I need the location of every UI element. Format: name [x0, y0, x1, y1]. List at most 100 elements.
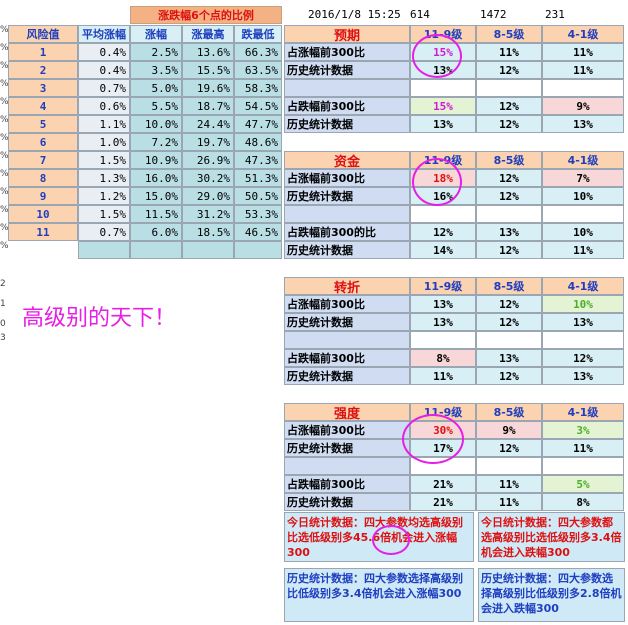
table-cell: 19.6% [182, 79, 234, 97]
row-label: 占涨幅前300比 [284, 295, 410, 313]
table-cell: 15.5% [182, 61, 234, 79]
section-title: 转折 [284, 277, 410, 295]
table-cell: 0.4% [78, 43, 130, 61]
top-value-2: 1472 [480, 8, 507, 21]
table-cell: 0.7% [78, 223, 130, 241]
table-cell-empty [78, 241, 130, 259]
level-value-cell: 14% [410, 241, 476, 259]
table-cell: 10.9% [130, 151, 182, 169]
level-value-cell [542, 331, 624, 349]
table-cell: 26.9% [182, 151, 234, 169]
level-value-cell: 10% [542, 223, 624, 241]
level-value-cell [542, 457, 624, 475]
row-label: 占涨幅前300比 [284, 421, 410, 439]
level-value-cell: 13% [476, 349, 542, 367]
level-value-cell: 12% [476, 187, 542, 205]
risk-level-cell: 2 [8, 61, 78, 79]
table-cell: 1.3% [78, 169, 130, 187]
row-number: % [0, 223, 9, 233]
level-value-cell: 11% [542, 43, 624, 61]
highlight-circle-funds [412, 158, 462, 206]
row-number: 2 [0, 279, 6, 289]
row-label-empty [284, 79, 410, 97]
row-label-empty [284, 331, 410, 349]
row-label: 历史统计数据 [284, 61, 410, 79]
level-value-cell: 12% [542, 349, 624, 367]
level-value-cell: 13% [542, 313, 624, 331]
level-value-cell: 12% [476, 241, 542, 259]
risk-level-cell: 10 [8, 205, 78, 223]
row-number: % [0, 205, 9, 215]
history-note-right: 历史统计数据：四大参数选择高级别比低级别多2.8倍机会进入跌幅300 [478, 568, 625, 622]
level-value-cell: 12% [476, 439, 542, 457]
row-number: % [0, 151, 9, 161]
level-value-cell: 13% [542, 367, 624, 385]
table-cell: 16.0% [130, 169, 182, 187]
table-cell-empty [182, 241, 234, 259]
row-label-empty [284, 205, 410, 223]
level-value-cell: 7% [542, 169, 624, 187]
level-value-cell [542, 79, 624, 97]
level-value-cell [410, 205, 476, 223]
table-cell: 19.7% [182, 133, 234, 151]
table-cell: 30.2% [182, 169, 234, 187]
level-header: 4-1级 [542, 25, 624, 43]
table-header: 涨最高 [182, 25, 234, 43]
table-cell: 51.3% [234, 169, 282, 187]
level-value-cell: 15% [410, 97, 476, 115]
table-cell: 24.4% [182, 115, 234, 133]
level-value-cell: 11% [476, 493, 542, 511]
top-value-1: 614 [410, 8, 430, 21]
row-label: 历史统计数据 [284, 367, 410, 385]
level-value-cell: 13% [410, 115, 476, 133]
table-header: 跌最低 [234, 25, 282, 43]
table-cell: 31.2% [182, 205, 234, 223]
table-cell: 5.5% [130, 97, 182, 115]
row-label: 历史统计数据 [284, 493, 410, 511]
table-cell: 46.5% [234, 223, 282, 241]
table-cell: 10.0% [130, 115, 182, 133]
table-cell: 50.5% [234, 187, 282, 205]
table-cell: 0.4% [78, 61, 130, 79]
row-label: 占跌幅前300比 [284, 349, 410, 367]
row-number: 0 [0, 319, 6, 329]
risk-level-cell: 4 [8, 97, 78, 115]
table-cell: 54.5% [234, 97, 282, 115]
level-value-cell: 11% [410, 367, 476, 385]
annotation-text: 高级别的天下！ [22, 306, 177, 331]
row-label: 占跌幅前300比 [284, 97, 410, 115]
level-value-cell: 12% [476, 367, 542, 385]
level-value-cell [542, 205, 624, 223]
level-value-cell: 11% [542, 241, 624, 259]
level-value-cell: 12% [476, 295, 542, 313]
table-cell: 1.5% [78, 205, 130, 223]
table-cell: 58.3% [234, 79, 282, 97]
risk-level-cell: 8 [8, 169, 78, 187]
row-number: 3 [0, 333, 6, 343]
top-value-3: 231 [545, 8, 565, 21]
level-value-cell: 13% [476, 223, 542, 241]
table-cell: 48.6% [234, 133, 282, 151]
level-header: 11-9级 [410, 277, 476, 295]
level-value-cell: 13% [410, 313, 476, 331]
level-header: 8-5级 [476, 151, 542, 169]
row-number: % [0, 79, 9, 89]
table-cell: 0.6% [78, 97, 130, 115]
level-value-cell: 10% [542, 295, 624, 313]
risk-level-cell: 11 [8, 223, 78, 241]
table-cell: 1.1% [78, 115, 130, 133]
row-number: % [0, 115, 9, 125]
risk-level-cell: 9 [8, 187, 78, 205]
timestamp: 2016/1/8 15:25 [308, 8, 401, 21]
level-value-cell: 9% [542, 97, 624, 115]
table-cell-empty [130, 241, 182, 259]
section-title: 强度 [284, 403, 410, 421]
row-number: % [0, 169, 9, 179]
table-cell: 2.5% [130, 43, 182, 61]
table-cell: 6.0% [130, 223, 182, 241]
row-label: 占跌幅前300的比 [284, 223, 410, 241]
table-cell: 15.0% [130, 187, 182, 205]
risk-level-cell: 3 [8, 79, 78, 97]
level-header: 4-1级 [542, 277, 624, 295]
level-value-cell: 3% [542, 421, 624, 439]
